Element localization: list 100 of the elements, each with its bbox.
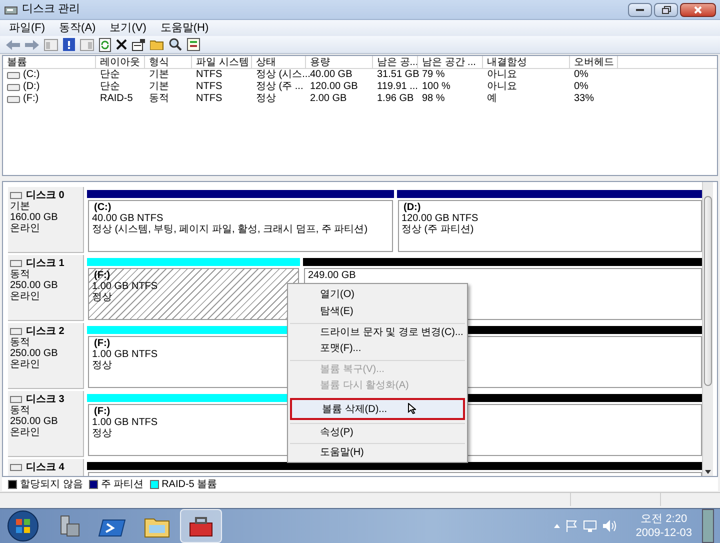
scroll-down-icon[interactable] <box>705 470 711 474</box>
table-cell: 0% <box>574 69 588 81</box>
scrollbar-thumb[interactable] <box>704 196 712 386</box>
menu-item[interactable]: 볼륨 삭제(D)... <box>290 398 465 420</box>
table-cell: 기본 <box>149 69 169 81</box>
disk-name: 디스크 3 <box>26 394 64 405</box>
partition-status: 정상 (시스템, 부팅, 페이지 파일, 활성, 크래시 덤프, 주 파티션) <box>92 224 368 235</box>
table-cell: 아니요 <box>487 69 517 81</box>
menu-item[interactable]: 속성(P) <box>290 423 465 440</box>
flag-icon[interactable] <box>566 520 577 532</box>
close-button[interactable] <box>680 2 716 16</box>
disk-type: 기본 <box>10 201 31 212</box>
column-header[interactable]: 볼륨 <box>3 56 96 68</box>
drive-icon <box>7 96 20 102</box>
table-cell: RAID-5 <box>100 93 133 105</box>
partition-size: 40.00 GB NTFS <box>92 213 164 224</box>
disk-size: 250.00 GB <box>10 416 59 427</box>
show-desktop-button[interactable] <box>702 509 714 543</box>
table-cell: 정상 (주 ... <box>256 81 304 93</box>
partition[interactable]: (F:) 1.00 GB NTFS 정상 <box>88 268 299 320</box>
refresh-icon[interactable] <box>99 38 111 52</box>
menu-item: 볼륨 다시 활성화(A) <box>319 379 410 393</box>
column-header[interactable]: 상태 <box>252 56 306 68</box>
table-cell: 정상 <box>256 93 276 105</box>
disk-type: 동적 <box>10 269 31 280</box>
panel-icon[interactable] <box>44 38 58 50</box>
table-cell: 동적 <box>149 93 169 105</box>
table-cell: 79 % <box>422 69 445 81</box>
disk-status: 온라인 <box>10 427 41 438</box>
disk-size: 160.00 GB <box>10 212 59 223</box>
column-header[interactable]: 용량 <box>306 56 373 68</box>
volume-label: (F:) <box>93 406 110 417</box>
table-cell: 1.96 GB <box>377 93 414 105</box>
table-cell: 98 % <box>422 93 445 105</box>
restore-icon <box>662 6 670 14</box>
disk-status: 온라인 <box>10 359 41 370</box>
scrollbar[interactable] <box>702 182 713 476</box>
partition-size: 1.00 GB NTFS <box>92 417 158 428</box>
column-header[interactable]: 오버헤드 <box>570 56 618 68</box>
partition-size: 1.00 GB NTFS <box>92 281 158 292</box>
disk-name: 디스크 4 <box>26 462 64 473</box>
disk-name: 디스크 1 <box>26 258 64 269</box>
properties-icon[interactable] <box>132 38 145 50</box>
forward-icon[interactable] <box>25 40 39 50</box>
disk-size: 250.00 GB <box>10 348 59 359</box>
table-cell: 100 % <box>422 81 450 93</box>
column-header[interactable]: 남은 공... <box>373 56 418 68</box>
minimize-button[interactable] <box>628 2 652 16</box>
folder-icon[interactable] <box>150 39 164 50</box>
column-header[interactable]: 형식 <box>145 56 192 68</box>
table-cell: NTFS <box>196 69 222 81</box>
partition-size: 1.00 GB NTFS <box>92 349 158 360</box>
table-cell: 31.51 GB <box>377 69 420 81</box>
column-header[interactable]: 남은 공간 ... <box>418 56 483 68</box>
table-cell: 2.00 GB <box>310 93 347 105</box>
partition-status: 정상 (주 파티션) <box>402 224 474 235</box>
table-cell: 예 <box>487 93 497 105</box>
disk-type: 동적 <box>10 405 31 416</box>
disk-status: 온라인 <box>10 291 41 302</box>
table-cell: 120.00 GB <box>310 81 358 93</box>
column-header[interactable]: 레이아웃 <box>96 56 145 68</box>
close-icon <box>694 6 702 14</box>
panel-icon[interactable] <box>80 38 94 50</box>
table-cell: 단순 <box>100 69 120 81</box>
disk-management-icon <box>4 4 18 16</box>
start-button[interactable] <box>6 510 40 542</box>
minimize-icon <box>636 8 644 11</box>
taskbar-button[interactable] <box>180 509 222 543</box>
back-icon[interactable] <box>6 40 20 50</box>
volume-label: (F:) <box>93 270 110 281</box>
menu-item[interactable]: 드라이브 문자 및 경로 변경(C)... <box>290 323 465 340</box>
table-cell: 0% <box>574 81 588 93</box>
volume-label: (C:) <box>93 202 112 213</box>
restore-button[interactable] <box>654 2 678 16</box>
partition[interactable]: (D:) 120.00 GB NTFS 정상 (주 파티션) <box>398 200 702 252</box>
table-cell: 40.00 GB <box>310 69 352 81</box>
table-cell: 기본 <box>149 81 169 93</box>
network-icon[interactable] <box>582 520 597 532</box>
menu-item[interactable]: 보기(V) <box>110 20 146 36</box>
legend-label: 할당되지 않음 <box>20 478 83 492</box>
window-title: 디스크 관리 <box>22 2 80 18</box>
table-cell: NTFS <box>196 93 222 105</box>
menu-item[interactable]: 파일(F) <box>9 20 46 36</box>
table-cell: 33% <box>574 93 594 105</box>
column-header[interactable]: 파일 시스템 <box>192 56 252 68</box>
table-cell: (F:) <box>23 93 39 105</box>
column-header[interactable]: 내결함성 <box>483 56 570 68</box>
menu-item[interactable]: 도움말(H) <box>160 20 209 36</box>
table-cell: (D:) <box>23 81 40 93</box>
delete-icon[interactable] <box>116 39 127 50</box>
table-cell: 정상 (시스... <box>256 69 310 81</box>
search-icon[interactable] <box>169 38 182 51</box>
partition-status: 정상 <box>92 428 112 439</box>
menu-item[interactable]: 도움말(H) <box>290 443 465 460</box>
legend-label: 주 파티션 <box>100 478 144 492</box>
menu-item[interactable]: 동작(A) <box>59 20 96 36</box>
partition[interactable]: (C:) 40.00 GB NTFS 정상 (시스템, 부팅, 페이지 파일, 활성, 크래시 덤프, 주 파티션) <box>88 200 392 252</box>
disk-name: 디스크 2 <box>26 326 64 337</box>
drive-icon <box>7 84 20 90</box>
speaker-icon[interactable] <box>602 520 616 532</box>
